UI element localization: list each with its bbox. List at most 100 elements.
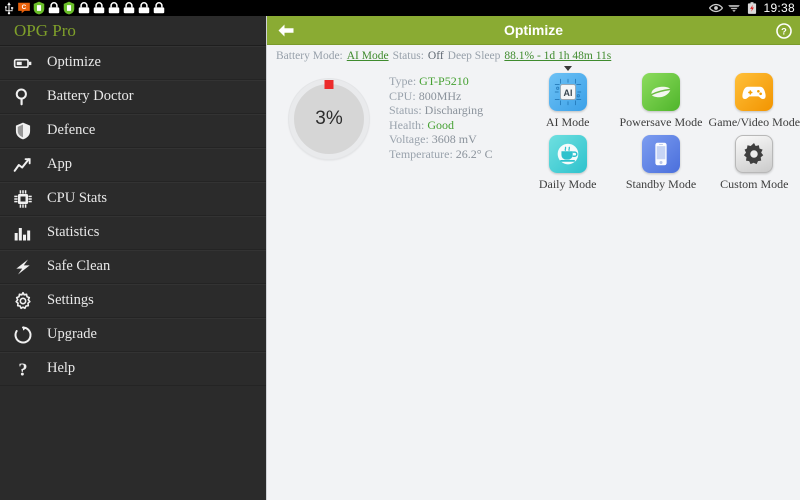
sidebar-item-label: Statistics [47, 224, 100, 240]
mode-label: AI Mode [545, 115, 590, 129]
sidebar-item-statistics[interactable]: Statistics [0, 216, 266, 250]
back-arrow-icon[interactable] [277, 23, 295, 43]
battery-icon [12, 52, 34, 74]
lock-icon [78, 2, 90, 14]
eye-icon [709, 3, 724, 13]
gamepad-icon [735, 73, 774, 111]
stat-value: 26.2° C [455, 146, 493, 161]
app-brand-title: OPG Pro [0, 16, 266, 46]
stat-row: Voltage: 3608 mV [389, 132, 493, 147]
sidebar-item-label: App [47, 156, 72, 172]
deep-sleep-label: Deep Sleep [447, 50, 501, 62]
lock-icon [138, 2, 150, 14]
mode-powersave[interactable]: Powersave Mode [614, 73, 707, 130]
lightning-bolt-icon [12, 256, 34, 278]
sidebar-item-settings[interactable]: Settings [0, 284, 266, 318]
mode-label: Powersave Mode [619, 115, 703, 129]
status-bar-system-icons: 19:38 [709, 0, 800, 16]
svg-text:C: C [22, 4, 27, 11]
stat-row: CPU: 800MHz [389, 89, 493, 104]
sidebar-item-cpu-stats[interactable]: CPU Stats [0, 182, 266, 216]
status-bar-clock: 19:38 [763, 1, 795, 15]
sidebar-item-label: Settings [47, 292, 94, 308]
sidebar-item-label: Safe Clean [47, 258, 111, 274]
stat-row: Type: GT-P5210 [389, 74, 493, 89]
app-root: C 19:38 OPG Pro Optimize Battery Doctor … [0, 0, 800, 500]
stat-value: 800MHz [418, 88, 462, 103]
svg-text:?: ? [781, 26, 787, 36]
sidebar-item-label: Optimize [47, 54, 101, 70]
sidebar-item-label: Defence [47, 122, 96, 138]
bar-chart-icon [12, 222, 34, 244]
sidebar-item-safe-clean[interactable]: Safe Clean [0, 250, 266, 284]
stat-key: Health: [389, 117, 425, 132]
status-value: Off [427, 50, 444, 62]
gear-icon [735, 135, 774, 173]
mode-ai[interactable]: AI AI Mode [521, 66, 614, 130]
trend-chart-icon [12, 154, 34, 176]
status-label: Status: [392, 50, 424, 62]
sidebar-item-upgrade[interactable]: Upgrade [0, 318, 266, 352]
battery-alert-icon [748, 2, 757, 14]
mode-game-video[interactable]: Game/Video Mode [708, 73, 800, 130]
sidebar: OPG Pro Optimize Battery Doctor Defence [0, 16, 266, 500]
selected-caret-icon [563, 66, 572, 71]
sidebar-nav: Optimize Battery Doctor Defence App CPU … [0, 46, 266, 386]
stat-key: Type: [389, 74, 417, 88]
sidebar-item-optimize[interactable]: Optimize [0, 46, 266, 80]
stat-row: Health: Good [389, 118, 493, 133]
cpu-chip-icon [12, 188, 34, 210]
battery-gauge: 3% [289, 79, 369, 159]
android-status-bar: C 19:38 [0, 0, 800, 16]
svg-text:AI: AI [563, 88, 572, 98]
shield-icon [63, 1, 75, 15]
stat-value: Good [427, 117, 454, 132]
wifi-icon [728, 5, 741, 13]
battery-percent: 3% [315, 108, 343, 129]
lock-icon [48, 2, 60, 14]
mode-standby[interactable]: Standby Mode [614, 135, 707, 192]
battery-stats-list: Type: GT-P5210 CPU: 800MHz Status: Disch… [389, 74, 493, 161]
shield-icon [12, 120, 34, 142]
stat-value: Discharging [424, 103, 484, 117]
phone-icon [641, 135, 680, 173]
battery-info-bar: Battery Mode: AI Mode Status: Off Deep S… [267, 45, 800, 67]
status-bar-notification-icons: C [0, 1, 166, 15]
app-bar: Optimize ? [267, 16, 800, 45]
stat-value: GT-P5210 [419, 74, 469, 88]
stat-row: Status: Discharging [389, 103, 493, 118]
stat-row: Temperature: 26.2° C [389, 147, 493, 162]
mode-grid: AI AI Mode Powersave Mode Game/Video Mod… [521, 66, 800, 192]
sidebar-item-label: Help [47, 360, 76, 376]
help-circle-icon[interactable]: ? [776, 23, 792, 44]
deep-sleep-value[interactable]: 88.1% - 1d 1h 48m 11s [504, 50, 611, 62]
battery-panel: 3% Type: GT-P5210 CPU: 800MHz Status: Di… [267, 66, 800, 191]
shield-icon [33, 1, 45, 15]
refresh-circle-icon [12, 324, 34, 346]
question-mark-icon: ? [12, 358, 34, 380]
gear-icon [12, 290, 34, 312]
lock-icon [153, 2, 165, 14]
lock-icon [123, 2, 135, 14]
sidebar-item-app[interactable]: App [0, 148, 266, 182]
stat-key: Voltage: [389, 132, 429, 146]
mode-daily[interactable]: Daily Mode [521, 135, 614, 192]
page-title: Optimize [503, 22, 564, 38]
sidebar-item-defence[interactable]: Defence [0, 114, 266, 148]
lock-icon [108, 2, 120, 14]
chat-bubble-icon: C [18, 2, 30, 14]
sidebar-item-help[interactable]: ? Help [0, 352, 266, 386]
sidebar-item-battery-doctor[interactable]: Battery Doctor [0, 80, 266, 114]
stat-key: Status: [389, 103, 422, 117]
mode-label: Daily Mode [538, 177, 597, 191]
sidebar-item-label: Battery Doctor [47, 88, 134, 104]
svg-text:?: ? [18, 359, 27, 378]
mode-label: Standby Mode [625, 177, 697, 191]
sidebar-item-label: Upgrade [47, 326, 97, 342]
mode-custom[interactable]: Custom Mode [708, 135, 800, 192]
ai-chip-icon: AI [548, 73, 587, 111]
stat-value: 3608 mV [431, 132, 477, 146]
main-content: Optimize ? Battery Mode: AI Mode Status:… [266, 16, 800, 500]
lock-icon [93, 2, 105, 14]
battery-mode-value[interactable]: AI Mode [347, 50, 389, 62]
